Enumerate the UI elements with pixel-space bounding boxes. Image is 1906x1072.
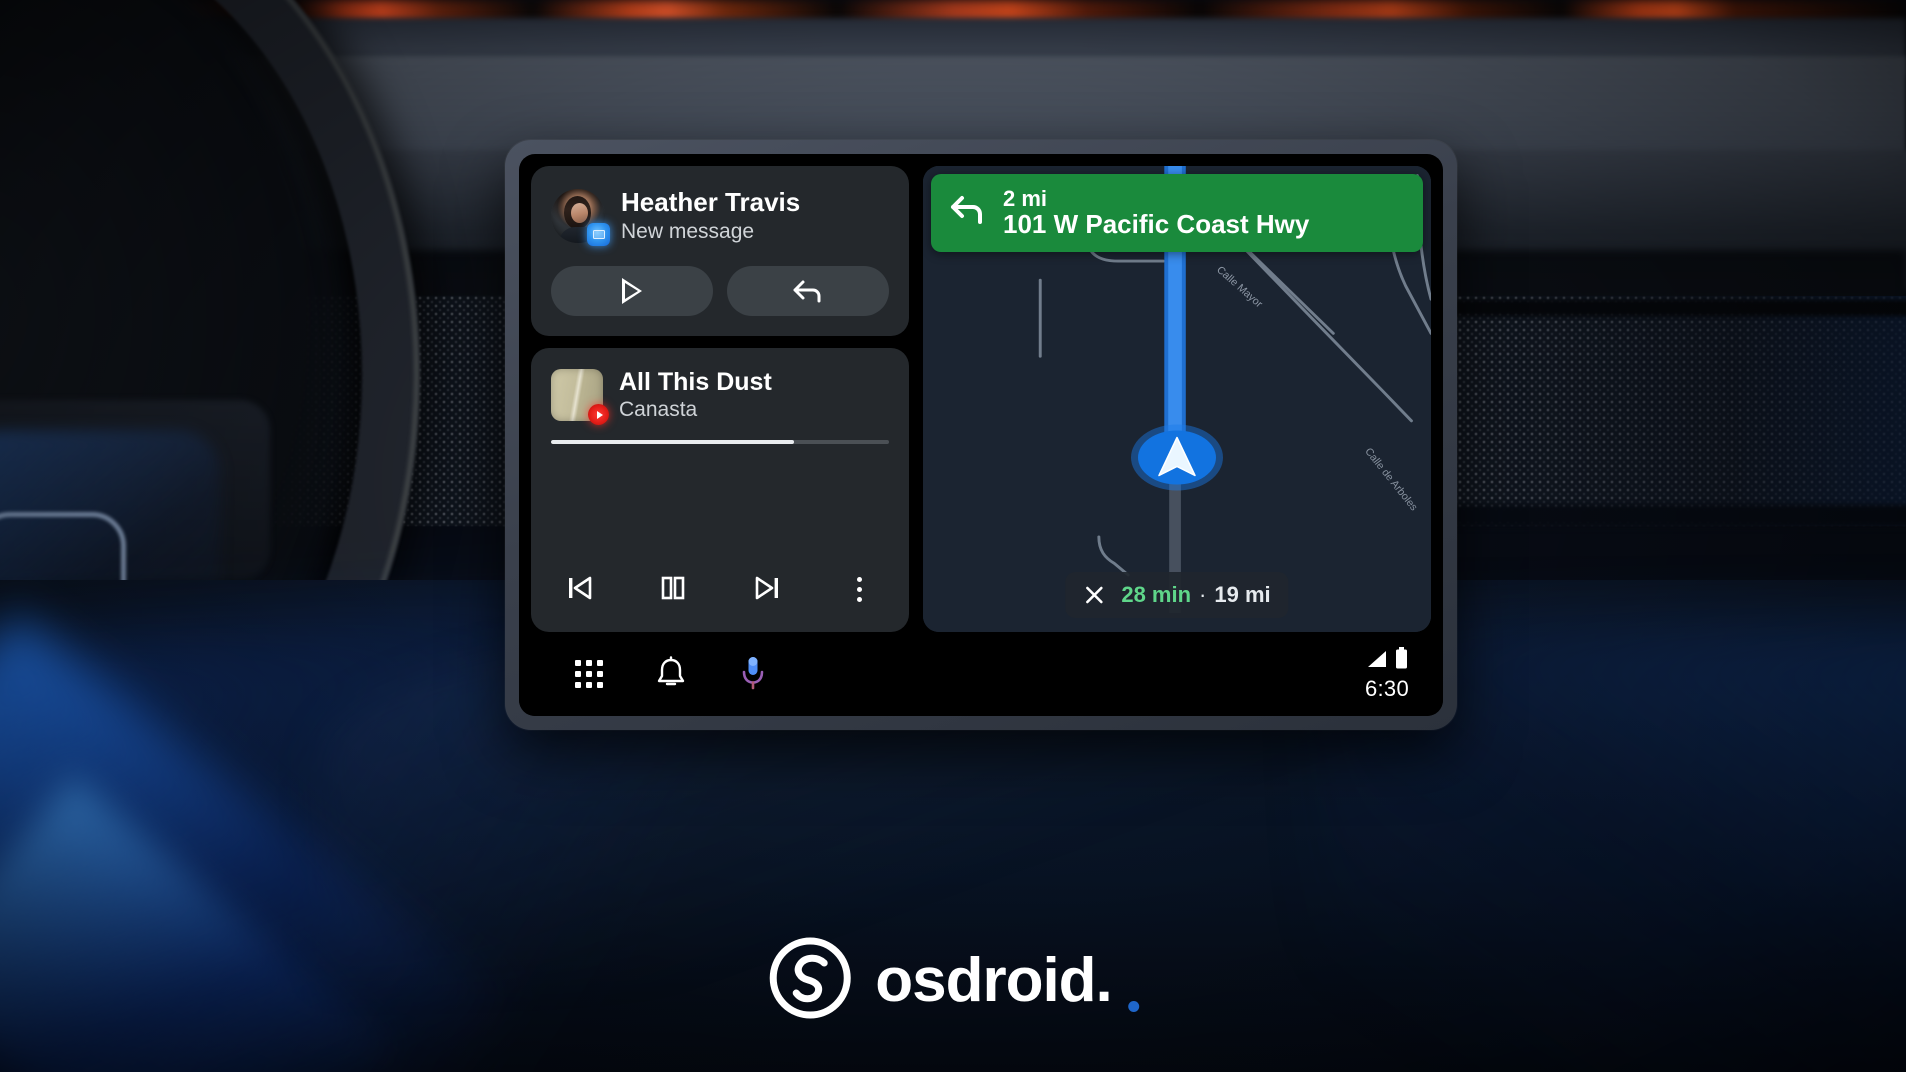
- media-player-card[interactable]: All This Dust Canasta: [531, 348, 909, 632]
- pause-icon: [658, 574, 688, 605]
- notification-actions: [551, 266, 889, 317]
- next-track-button[interactable]: [744, 566, 790, 612]
- navigation-distance: 2 mi: [1003, 185, 1048, 211]
- pause-button[interactable]: [650, 566, 696, 612]
- media-controls: [551, 566, 889, 616]
- more-vert-icon: [857, 576, 863, 602]
- brand-name: osdroid.: [875, 946, 1113, 1015]
- current-location-puck: [1129, 421, 1225, 498]
- media-track-title: All This Dust: [619, 368, 772, 397]
- apps-grid-icon: [575, 660, 603, 688]
- play-icon: [622, 278, 642, 305]
- close-icon[interactable]: [1083, 584, 1105, 606]
- brand-watermark: osdroid.: [767, 935, 1139, 1026]
- previous-track-button[interactable]: [557, 566, 603, 612]
- navigation-texts: 2 mi 101 W Pacific Coast Hwy: [1003, 185, 1310, 240]
- play-message-button[interactable]: [551, 266, 713, 317]
- left-column: Heather Travis New message All This Dust…: [531, 166, 909, 632]
- signal-and-battery: [1366, 646, 1408, 674]
- head-unit-screen: Heather Travis New message All This Dust…: [519, 154, 1443, 716]
- notification-card[interactable]: Heather Travis New message: [531, 166, 909, 337]
- notification-header: Heather Travis New message: [551, 187, 889, 247]
- notifications-button[interactable]: [655, 655, 687, 693]
- media-header: All This Dust Canasta: [551, 368, 889, 426]
- eta-pill[interactable]: 28 min · 19 mi: [1065, 572, 1289, 618]
- bell-icon: [655, 655, 687, 693]
- notification-text: Heather Travis New message: [621, 187, 801, 244]
- eta-distance: 19 mi: [1214, 582, 1271, 607]
- media-text: All This Dust Canasta: [619, 368, 772, 422]
- status-indicators: 6:30: [1364, 646, 1417, 702]
- reply-arrow-icon: [791, 278, 825, 304]
- assistant-button[interactable]: [739, 655, 767, 694]
- skip-previous-icon: [565, 574, 595, 605]
- reply-button[interactable]: [727, 266, 889, 317]
- album-art: [551, 369, 609, 426]
- navigation-street: 101 W Pacific Coast Hwy: [1003, 208, 1310, 239]
- turn-left-icon: [949, 192, 987, 231]
- cellular-signal-icon: [1366, 649, 1390, 674]
- messaging-app-badge-icon: [587, 223, 610, 247]
- overflow-menu-button[interactable]: [837, 566, 883, 612]
- media-progress-fill: [551, 440, 795, 445]
- microphone-icon: [739, 655, 767, 694]
- osdroid-logo-mark: [767, 935, 853, 1026]
- status-bar: 6:30: [519, 632, 1443, 716]
- media-artist: Canasta: [619, 398, 698, 422]
- brand-accent-dot: [1127, 1001, 1139, 1012]
- eta-separator: ·: [1199, 582, 1207, 607]
- speaker-grille-right-shading: [1450, 296, 1906, 526]
- screen-content: Heather Travis New message All This Dust…: [519, 154, 1443, 632]
- dashboard-vent-upper: [1452, 300, 1906, 316]
- dashboard-vent-lower: [1452, 505, 1906, 527]
- youtube-music-badge-icon: [588, 404, 609, 426]
- notification-subtitle: New message: [621, 220, 755, 244]
- media-progress-bar[interactable]: [551, 440, 889, 445]
- app-launcher-button[interactable]: [575, 660, 603, 688]
- navigation-banner: 2 mi 101 W Pacific Coast Hwy: [931, 174, 1423, 252]
- skip-next-icon: [752, 574, 782, 605]
- avatar: [551, 189, 610, 247]
- head-unit-bezel: Heather Travis New message All This Dust…: [505, 140, 1457, 730]
- system-buttons: [545, 655, 767, 694]
- notification-sender: Heather Travis: [621, 187, 801, 217]
- battery-icon: [1395, 646, 1408, 674]
- eta-time: 28 min: [1121, 582, 1192, 607]
- clock: 6:30: [1364, 675, 1409, 701]
- navigation-map-panel[interactable]: Calle Mayor Calle de Arboles 2 mi 101 W …: [923, 166, 1431, 632]
